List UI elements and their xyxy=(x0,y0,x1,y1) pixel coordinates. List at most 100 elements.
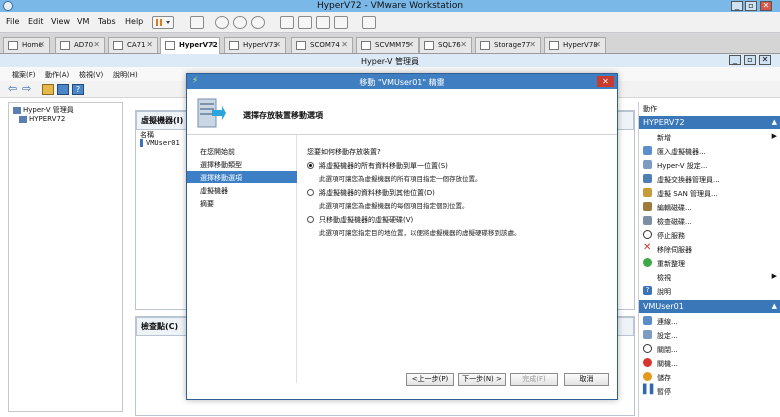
thumbnail-icon[interactable] xyxy=(298,16,312,29)
action-remove-server[interactable]: ✕ 移除伺服器 xyxy=(639,242,780,256)
action-new[interactable]: 新增 ▶ xyxy=(639,130,780,144)
option-different-locations[interactable]: 將虛擬機器的資料移動到其他位置(D) 此選項可讓您為虛擬機器的每個項目指定個別位… xyxy=(307,188,607,214)
wizard-heading: 選擇存放裝置移動選項 xyxy=(243,111,323,120)
finish-button[interactable]: 完成(F) xyxy=(510,373,558,386)
snapshot-manager-icon[interactable] xyxy=(251,16,265,29)
previous-button[interactable]: <上一步(P) xyxy=(406,373,454,386)
action-help[interactable]: ? 說明 xyxy=(639,284,780,298)
hyperv-manager-icon xyxy=(13,106,21,114)
actions-vm-header[interactable]: VMUser01 ▲ xyxy=(639,300,780,313)
fullscreen-icon[interactable] xyxy=(316,16,330,29)
wizard-close-button[interactable]: ✕ xyxy=(597,76,614,87)
pause-icon[interactable] xyxy=(152,16,174,29)
action-turn-off[interactable]: 關閉... xyxy=(639,342,780,356)
wizard-step-before-you-begin[interactable]: 在您開始前 xyxy=(187,145,297,157)
action-hyperv-settings[interactable]: Hyper-V 設定... xyxy=(639,158,780,172)
option-vhd-only[interactable]: 只移動虛擬機器的虛擬硬碟(V) 此選項可讓您指定目的地位置，以便將虛擬機器的虛擬… xyxy=(307,215,607,241)
hyperv-minimize-button[interactable]: _ xyxy=(729,55,741,65)
close-icon[interactable]: ✕ xyxy=(274,40,281,49)
menu-file[interactable]: File xyxy=(6,17,19,26)
close-icon[interactable]: ✕ xyxy=(146,40,153,49)
close-icon[interactable]: ✕ xyxy=(460,40,467,49)
hv-menu-view[interactable]: 檢視(V) xyxy=(79,70,103,80)
help-icon[interactable]: ? xyxy=(72,84,84,95)
close-button[interactable]: ✕ xyxy=(760,1,772,11)
tab-home[interactable]: Home ✕ xyxy=(3,37,50,53)
action-stop-service[interactable]: 停止服務 xyxy=(639,228,780,242)
menu-edit[interactable]: Edit xyxy=(28,17,44,26)
wizard-step-move-type[interactable]: 選擇移動類型 xyxy=(187,158,297,170)
radio-different-locations[interactable] xyxy=(307,189,314,196)
send-keys-icon[interactable] xyxy=(190,16,204,29)
menu-help[interactable]: Help xyxy=(125,17,143,26)
close-icon[interactable]: ✕ xyxy=(529,40,536,49)
actions-server-header[interactable]: HYPERV72 ▲ xyxy=(639,116,780,129)
action-view[interactable]: 檢視 ▶ xyxy=(639,270,780,284)
vm-tab-bar: Home ✕ AD70 ✕ CA71 ✕ HyperV72 ✕ HyperV73 ✕ SC… xyxy=(0,34,780,54)
tab-scvmm75[interactable]: SCVMM75 ✕ xyxy=(356,37,419,53)
tab-ca71[interactable]: CA71 ✕ xyxy=(108,37,158,53)
action-virtual-switch-manager[interactable]: 虛擬交換器管理員... xyxy=(639,172,780,186)
action-inspect-disk[interactable]: 檢查磁碟... xyxy=(639,214,780,228)
wizard-step-move-options[interactable]: 選擇移動選項 xyxy=(187,171,297,183)
action-edit-disk[interactable]: 編輯磁碟... xyxy=(639,200,780,214)
vm-icon xyxy=(296,41,306,50)
back-arrow-icon[interactable]: ⇦ xyxy=(8,83,20,95)
folder-icon[interactable] xyxy=(42,84,54,95)
properties-icon[interactable] xyxy=(57,84,69,95)
hv-menu-help[interactable]: 說明(H) xyxy=(113,70,138,80)
cancel-button[interactable]: 取消 xyxy=(564,373,609,386)
sidebar-icon[interactable] xyxy=(280,16,294,29)
hyperv-maximize-button[interactable]: ▫ xyxy=(744,55,756,65)
tab-ad70[interactable]: AD70 ✕ xyxy=(55,37,105,53)
action-pause[interactable]: ▌▌ 暫停 xyxy=(639,384,780,398)
action-virtual-san-manager[interactable]: 虛擬 SAN 管理員... xyxy=(639,186,780,200)
hv-menu-file[interactable]: 檔案(F) xyxy=(12,70,36,80)
import-icon xyxy=(643,146,652,155)
radio-vhd-only[interactable] xyxy=(307,216,314,223)
remove-icon: ✕ xyxy=(643,242,652,253)
close-icon[interactable]: ✕ xyxy=(594,40,601,49)
vm-row[interactable]: VMUser01 xyxy=(140,139,180,147)
console-view-icon[interactable] xyxy=(362,16,376,29)
wizard-step-summary[interactable]: 摘要 xyxy=(187,197,297,209)
option-single-location[interactable]: 將虛擬機器的所有資料移動到單一位置(S) 此選項可讓您為虛擬機器的所有項目指定一… xyxy=(307,161,607,187)
menu-vm[interactable]: VM xyxy=(77,17,89,26)
collapse-icon: ▲ xyxy=(771,118,777,126)
wizard-header: 選擇存放裝置移動選項 xyxy=(187,89,617,135)
wizard-step-virtual-machine[interactable]: 虛擬機器 xyxy=(187,184,297,196)
maximize-button[interactable]: ▫ xyxy=(745,1,757,11)
wizard-content: 您要如何移動存放裝置? 將虛擬機器的所有資料移動到單一位置(S) 此選項可讓您為… xyxy=(297,135,617,383)
tab-hyperv72[interactable]: HyperV72 ✕ xyxy=(160,37,220,54)
snapshot-icon[interactable] xyxy=(215,16,229,29)
close-icon[interactable]: ✕ xyxy=(93,40,100,49)
close-icon[interactable]: ✕ xyxy=(38,40,45,49)
action-vm-settings[interactable]: 設定... xyxy=(639,328,780,342)
tab-storage77[interactable]: Storage77 ✕ xyxy=(475,37,541,53)
tab-sql76[interactable]: SQL76 ✕ xyxy=(419,37,472,53)
radio-single-location[interactable] xyxy=(307,162,314,169)
tab-scom74[interactable]: SCOM74 ✕ xyxy=(291,37,353,53)
action-save[interactable]: 儲存 xyxy=(639,370,780,384)
tree-item-root[interactable]: Hyper-V 管理員 xyxy=(13,105,74,115)
minimize-button[interactable]: _ xyxy=(731,1,743,11)
close-icon[interactable]: ✕ xyxy=(208,40,215,49)
action-import-vm[interactable]: 匯入虛擬機器... xyxy=(639,144,780,158)
action-refresh[interactable]: 重新整理 xyxy=(639,256,780,270)
tab-hyperv73[interactable]: HyperV73 ✕ xyxy=(224,37,286,53)
close-icon[interactable]: ✕ xyxy=(341,40,348,49)
menu-view[interactable]: View xyxy=(51,17,70,26)
forward-arrow-icon[interactable]: ⇨ xyxy=(22,83,34,95)
unity-icon[interactable] xyxy=(334,16,348,29)
edit-disk-icon xyxy=(643,202,652,211)
hyperv-close-button[interactable]: ✕ xyxy=(759,55,771,65)
revert-snapshot-icon[interactable] xyxy=(233,16,247,29)
action-shutdown[interactable]: 關機... xyxy=(639,356,780,370)
menu-tabs[interactable]: Tabs xyxy=(98,17,116,26)
tab-hyperv78[interactable]: HyperV78 ✕ xyxy=(544,37,606,53)
action-connect[interactable]: 連線... xyxy=(639,314,780,328)
tree-item-server[interactable]: HYPERV72 xyxy=(19,115,65,123)
next-button[interactable]: 下一步(N) > xyxy=(458,373,506,386)
close-icon[interactable]: ✕ xyxy=(407,40,414,49)
hv-menu-action[interactable]: 動作(A) xyxy=(45,70,69,80)
